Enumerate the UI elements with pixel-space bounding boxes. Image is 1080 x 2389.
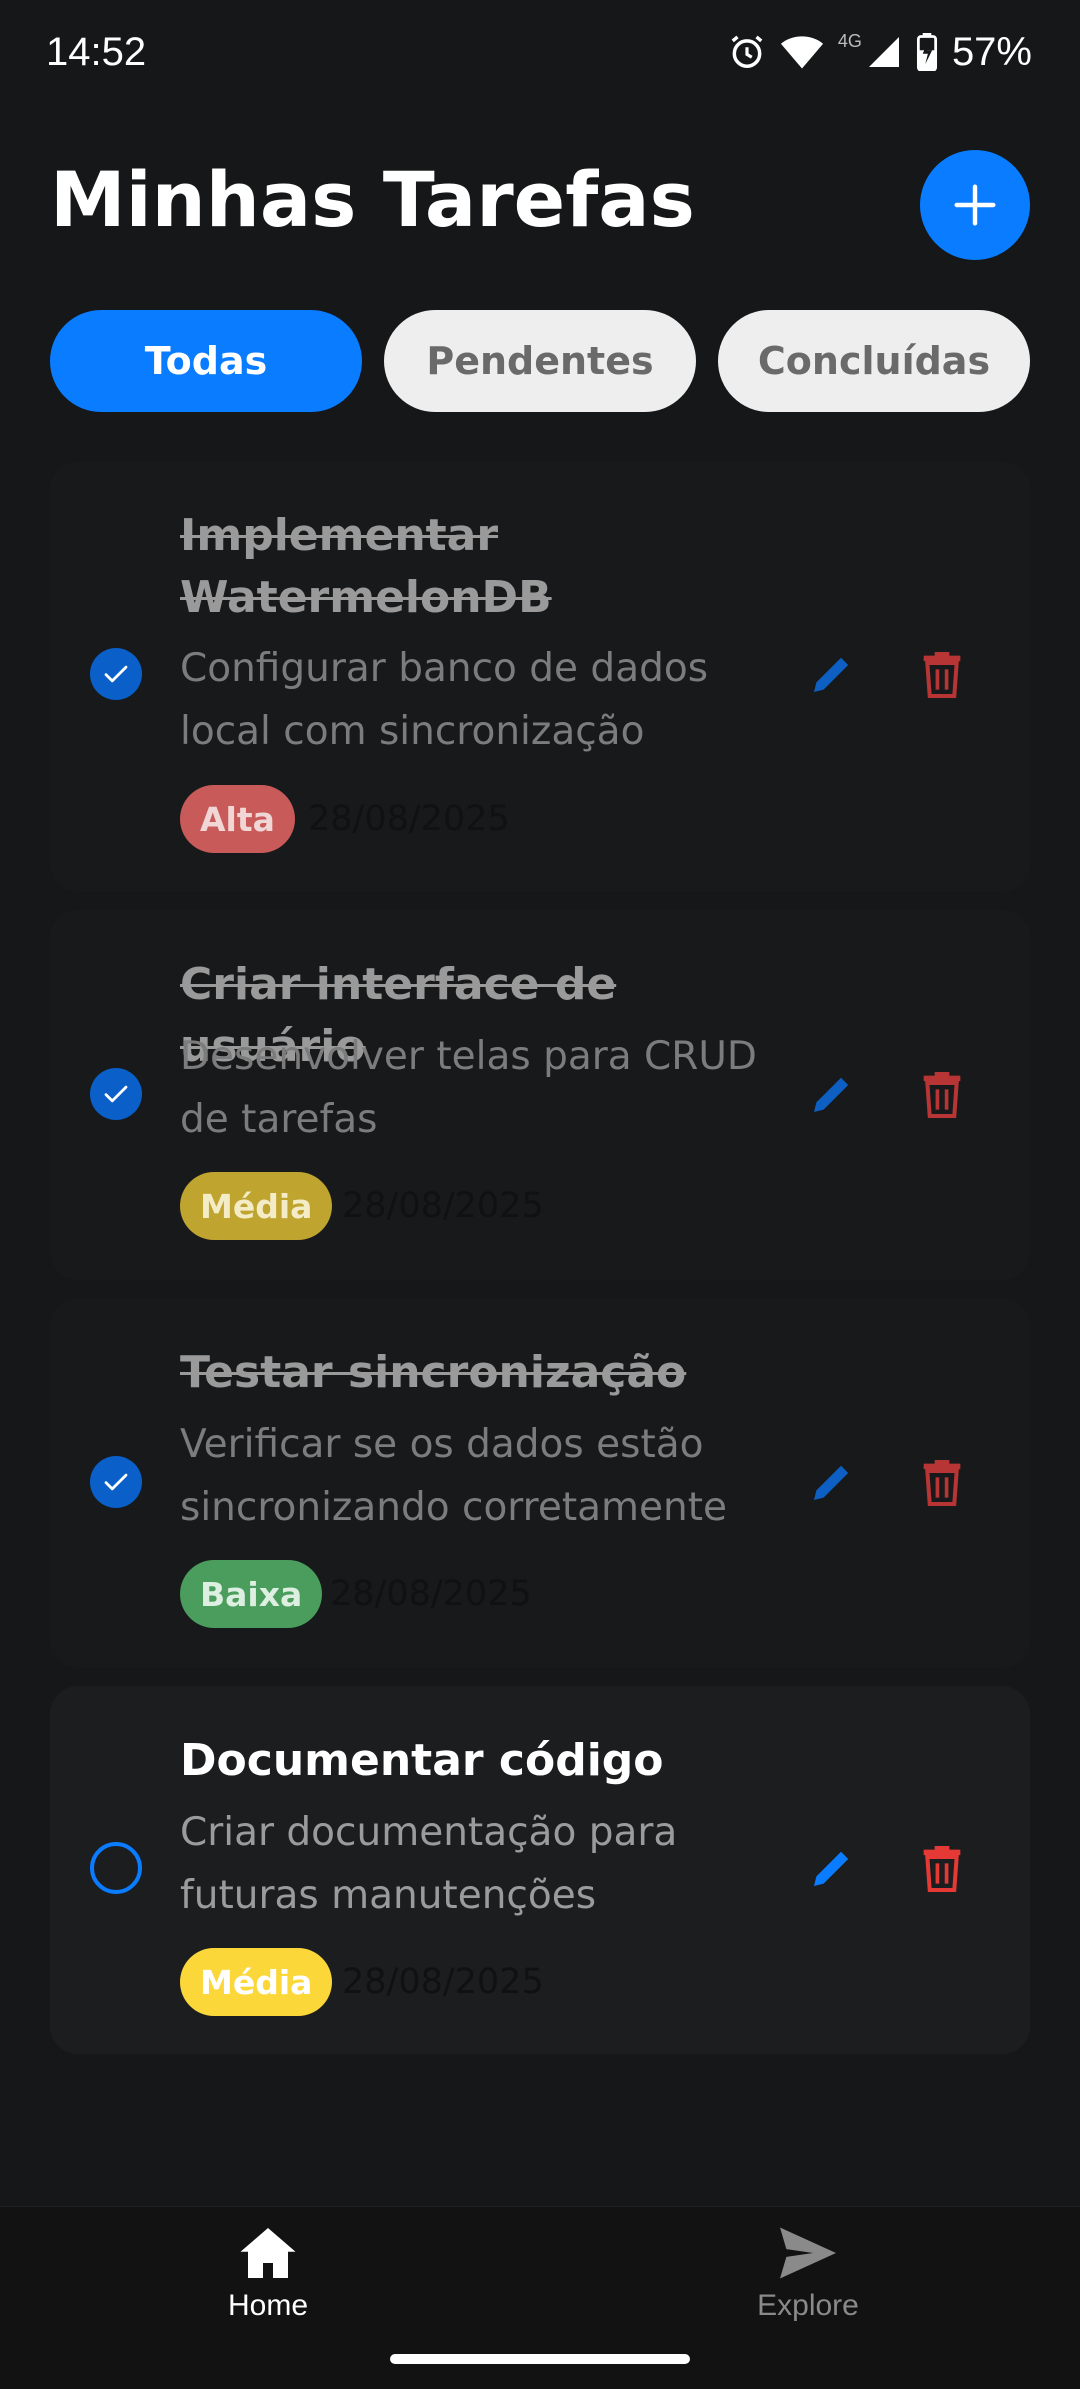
checkmark-icon [104, 665, 128, 683]
plus-icon [954, 184, 996, 226]
trash-icon [923, 1460, 961, 1506]
pencil-icon [814, 1465, 849, 1500]
checkmark-icon [104, 1085, 128, 1103]
delete-button[interactable] [910, 1836, 974, 1900]
priority-badge: Média [180, 1172, 333, 1240]
task-checkbox[interactable] [90, 648, 142, 700]
task-date: 28/08/2025 [330, 1574, 532, 1614]
pencil-icon [814, 657, 849, 692]
task-title: Implementar WatermelonDB [180, 510, 552, 623]
battery-percent: 57% [951, 29, 1032, 74]
paper-plane-icon [780, 2227, 836, 2279]
priority-badge: Alta [180, 785, 295, 853]
status-time: 14:52 [46, 30, 147, 74]
tab-concluidas[interactable]: Concluídas [718, 310, 1030, 412]
edit-button[interactable] [800, 1836, 864, 1900]
task-title: Documentar código [180, 1735, 664, 1786]
edit-button[interactable] [800, 1450, 864, 1514]
task-date: 28/08/2025 [342, 1186, 544, 1226]
task-title: Testar sincronização [180, 1347, 687, 1398]
nav-item-explore[interactable]: Explore [698, 2225, 918, 2345]
network-label: 4G [837, 30, 862, 51]
trash-icon [923, 652, 961, 698]
task-checkbox[interactable] [90, 1068, 142, 1120]
tab-todas[interactable]: Todas [50, 310, 362, 412]
battery-charging-icon [916, 33, 937, 71]
pencil-icon [814, 1077, 849, 1112]
delete-button[interactable] [910, 642, 974, 706]
priority-badge: Média [180, 1948, 333, 2016]
trash-icon [923, 1846, 961, 1892]
trash-icon [923, 1072, 961, 1118]
task-card[interactable]: Documentar código Criar documentação par… [50, 1686, 1030, 2054]
nav-label-home: Home [227, 2289, 309, 2322]
signal-icon [868, 37, 899, 67]
task-date: 28/08/2025 [342, 1962, 544, 2002]
task-description: Desenvolver telas para CRUD de tarefas [180, 1034, 757, 1142]
alarm-icon [731, 35, 763, 68]
add-task-button[interactable] [920, 150, 1030, 260]
task-description: Verificar se os dados estão sincronizand… [180, 1422, 728, 1530]
status-icons: 4G 57% [728, 26, 1032, 78]
edit-button[interactable] [800, 1062, 864, 1126]
nav-item-home[interactable]: Home [158, 2225, 378, 2345]
task-checkbox[interactable] [90, 1842, 142, 1894]
page-title: Minhas Tarefas [50, 155, 695, 244]
tab-pendentes[interactable]: Pendentes [384, 310, 696, 412]
task-card[interactable]: Testar sincronização Verificar se os dad… [50, 1298, 1030, 1668]
task-description: Configurar banco de dados local com sinc… [180, 646, 709, 754]
status-bar: 14:52 4G 57% [0, 0, 1080, 110]
filter-tabs: Todas Pendentes Concluídas [50, 310, 1030, 412]
home-icon [240, 2228, 296, 2278]
nav-label-explore: Explore [757, 2289, 859, 2322]
delete-button[interactable] [910, 1062, 974, 1126]
task-card[interactable]: Implementar WatermelonDB Configurar banc… [50, 462, 1030, 892]
edit-button[interactable] [800, 642, 864, 706]
task-date: 28/08/2025 [308, 799, 510, 839]
checkmark-icon [104, 1473, 128, 1491]
wifi-icon [780, 36, 824, 69]
task-card[interactable]: Criar interface de usuário Desenvolver t… [50, 910, 1030, 1280]
task-description: Criar documentação para futuras manutenç… [180, 1810, 678, 1918]
delete-button[interactable] [910, 1450, 974, 1514]
task-checkbox[interactable] [90, 1456, 142, 1508]
home-indicator[interactable] [390, 2354, 690, 2364]
pencil-icon [814, 1851, 849, 1886]
priority-badge: Baixa [180, 1560, 323, 1628]
